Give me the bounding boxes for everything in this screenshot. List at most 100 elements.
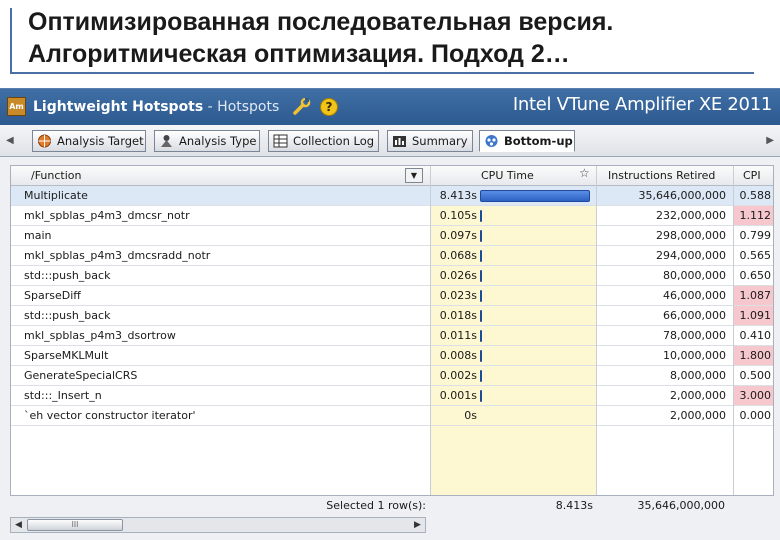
- table-row[interactable]: mkl_spblas_p4m3_dsortrow 0.011s 78,000,000…: [11, 326, 773, 346]
- instructions-retired-value: 78,000,000: [663, 329, 726, 342]
- function-name: GenerateSpecialCRS: [24, 369, 138, 382]
- cpi-value: 0.799: [739, 229, 772, 242]
- instructions-retired-value: 46,000,000: [663, 289, 726, 302]
- function-name: std:::_Insert_n: [24, 389, 102, 402]
- tab-label: Bottom-up: [504, 134, 573, 148]
- analysis-type-name: - Hotspots: [203, 99, 280, 115]
- tab-analysis-target[interactable]: Analysis Target: [32, 130, 146, 152]
- cpu-time-bar: [480, 390, 482, 402]
- cpu-time-bar: [480, 370, 482, 382]
- function-name: mkl_spblas_p4m3_dmcsr_notr: [24, 209, 190, 222]
- cpi-value: 0.650: [739, 269, 772, 282]
- instructions-retired-value: 294,000,000: [656, 249, 726, 262]
- function-name: `eh vector constructor iterator': [24, 409, 196, 422]
- table-row[interactable]: mkl_spblas_p4m3_dmcsradd_notr 0.068s 294,0…: [11, 246, 773, 266]
- vtune-window: Am Lightweight Hotspots - Hotspots ? Int…: [0, 88, 780, 540]
- cpu-time-value: 0s: [464, 409, 477, 422]
- cpi-value: 0.588: [739, 189, 772, 202]
- cpi-value: 0.565: [739, 249, 772, 262]
- cpu-time-bar: [480, 230, 482, 242]
- tab-bottom-up[interactable]: Bottom-up: [479, 130, 575, 152]
- selected-cpu-time: 8.413s: [555, 499, 593, 512]
- bottom-up-icon: [485, 135, 498, 147]
- tab-collection-log[interactable]: Collection Log: [268, 130, 379, 152]
- function-name: SparseMKLMult: [24, 349, 109, 362]
- table-row[interactable]: Multiplicate 8.413s 35,646,000,000 0.588: [11, 186, 773, 206]
- cpi-value: 1.112: [734, 206, 773, 225]
- table-row[interactable]: std:::push_back 0.026s 80,000,000 0.650: [11, 266, 773, 286]
- column-header-cpi[interactable]: CPI: [743, 169, 761, 182]
- result-title: Lightweight Hotspots - Hotspots: [33, 99, 279, 115]
- scrollbar-thumb[interactable]: III: [27, 519, 123, 531]
- slide-title-line-1: Оптимизированная последовательная версия…: [28, 8, 614, 36]
- function-name: std:::push_back: [24, 269, 111, 282]
- cpu-time-value: 0.097s: [439, 229, 477, 242]
- cpu-time-bar: [480, 290, 482, 302]
- selected-rows-label: Selected 1 row(s):: [326, 499, 426, 512]
- column-header-function[interactable]: /Function: [31, 169, 82, 182]
- cpu-time-value: 0.008s: [439, 349, 477, 362]
- cpu-time-value: 0.002s: [439, 369, 477, 382]
- function-name: SparseDiff: [24, 289, 81, 302]
- selection-summary-bar: Selected 1 row(s): 8.413s 35,646,000,000: [10, 495, 774, 515]
- analysis-tab-bar: ◀ Analysis Target Analysis Type Collecti…: [0, 125, 780, 157]
- title-accent-line: [10, 8, 12, 74]
- column-divider: [733, 166, 734, 498]
- tabs-scroll-right-icon[interactable]: ▶: [766, 135, 774, 146]
- instructions-retired-value: 35,646,000,000: [638, 189, 726, 202]
- cpi-value: 0.000: [739, 409, 772, 422]
- table-row[interactable]: main 0.097s 298,000,000 0.799: [11, 226, 773, 246]
- scroll-right-icon[interactable]: ▶: [410, 518, 425, 532]
- title-underline: [10, 72, 754, 74]
- bottom-up-grid: /Function ▼ CPU Time ☆ Instructions Reti…: [10, 165, 774, 499]
- instructions-retired-value: 8,000,000: [670, 369, 726, 382]
- cpu-time-value: 0.011s: [439, 329, 477, 342]
- cpi-value: 0.410: [739, 329, 772, 342]
- horizontal-scrollbar[interactable]: ◀ III ▶: [10, 517, 426, 533]
- cpi-value: 1.087: [734, 286, 773, 305]
- tabs-scroll-left-icon[interactable]: ◀: [6, 135, 14, 146]
- tab-analysis-type[interactable]: Analysis Type: [154, 130, 260, 152]
- column-header-instructions-retired[interactable]: Instructions Retired: [608, 169, 715, 182]
- cpu-time-bar: [480, 310, 482, 322]
- function-name: mkl_spblas_p4m3_dmcsradd_notr: [24, 249, 211, 262]
- cpu-time-bar: [480, 270, 482, 282]
- cpu-time-value: 0.001s: [439, 389, 477, 402]
- column-divider: [430, 166, 431, 498]
- slide-title-line-2: Алгоритмическая оптимизация. Подход 2…: [28, 40, 570, 68]
- function-name: std:::push_back: [24, 309, 111, 322]
- help-icon[interactable]: ?: [320, 98, 338, 116]
- instructions-retired-value: 232,000,000: [656, 209, 726, 222]
- table-row[interactable]: mkl_spblas_p4m3_dmcsr_notr 0.105s 232,000,…: [11, 206, 773, 226]
- summary-icon: [393, 136, 406, 147]
- function-name: Multiplicate: [24, 189, 88, 202]
- wrench-icon[interactable]: [292, 98, 312, 116]
- cpu-time-bar: [480, 210, 482, 222]
- table-row[interactable]: std:::_Insert_n 0.001s 2,000,000 3.000: [11, 386, 773, 406]
- cpi-value: 3.000: [734, 386, 773, 405]
- table-row[interactable]: std:::push_back 0.018s 66,000,000 1.091: [11, 306, 773, 326]
- analysis-type-icon: [161, 135, 172, 147]
- cpi-value: 1.800: [734, 346, 773, 365]
- scroll-left-icon[interactable]: ◀: [11, 518, 26, 532]
- table-row[interactable]: SparseMKLMult 0.008s 10,000,000 1.800: [11, 346, 773, 366]
- table-row[interactable]: SparseDiff 0.023s 46,000,000 1.087: [11, 286, 773, 306]
- instructions-retired-value: 66,000,000: [663, 309, 726, 322]
- star-icon[interactable]: ☆: [579, 166, 590, 180]
- tab-summary[interactable]: Summary: [387, 130, 473, 152]
- cpu-time-value: 0.026s: [439, 269, 477, 282]
- selected-instructions: 35,646,000,000: [637, 499, 725, 512]
- log-grid-icon: [273, 134, 288, 148]
- cpu-time-value: 8.413s: [439, 189, 477, 202]
- grouping-dropdown-button[interactable]: ▼: [405, 168, 423, 183]
- table-row[interactable]: `eh vector constructor iterator' 0s 2,000,…: [11, 406, 773, 426]
- column-header-cpu-time[interactable]: CPU Time: [481, 169, 534, 182]
- result-title-bar: Am Lightweight Hotspots - Hotspots ? Int…: [0, 89, 780, 125]
- cpu-time-bar: [480, 190, 590, 202]
- function-name: main: [24, 229, 52, 242]
- function-name: mkl_spblas_p4m3_dsortrow: [24, 329, 176, 342]
- globe-target-icon: [38, 134, 51, 148]
- table-row[interactable]: GenerateSpecialCRS 0.002s 8,000,000 0.500: [11, 366, 773, 386]
- tab-label: Analysis Target: [57, 134, 144, 148]
- instructions-retired-value: 2,000,000: [670, 409, 726, 422]
